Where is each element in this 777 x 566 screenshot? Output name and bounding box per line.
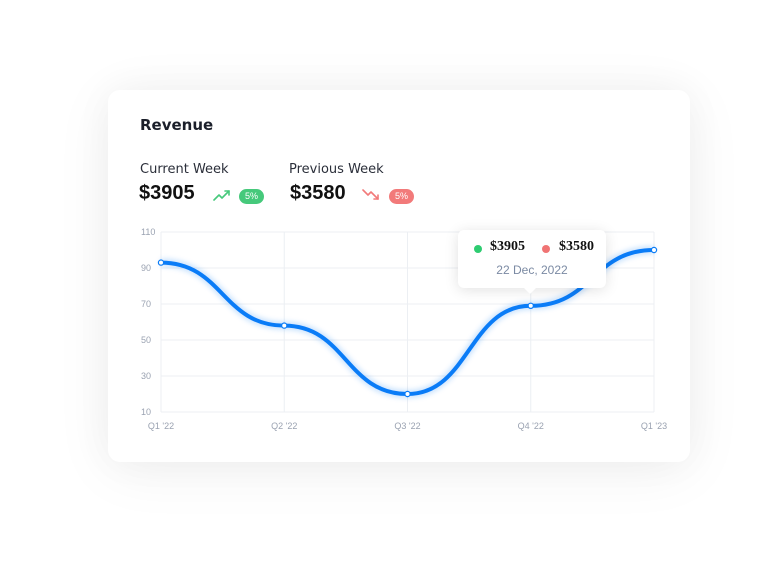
revenue-card: Revenue Current Week $3905 5% Previous W… xyxy=(108,90,690,462)
tooltip-date: 22 Dec, 2022 xyxy=(496,263,568,277)
data-tooltip: $3905 $3580 22 Dec, 2022 xyxy=(458,230,606,294)
data-point[interactable] xyxy=(157,259,165,266)
tooltip-dot-previous xyxy=(542,245,550,253)
tooltip-value-previous: $3580 xyxy=(559,239,594,254)
tooltip-dot-current xyxy=(474,245,482,253)
data-point[interactable] xyxy=(527,302,534,309)
x-tick-label: Q4 '22 xyxy=(518,421,544,431)
x-tick-label: Q2 '22 xyxy=(271,421,297,431)
x-tick-label: Q1 '23 xyxy=(641,421,667,431)
y-tick-label: 50 xyxy=(141,335,151,345)
y-tick-label: 110 xyxy=(141,227,155,237)
data-point[interactable] xyxy=(404,390,411,398)
x-tick-label: Q1 '22 xyxy=(148,421,174,431)
x-tick-label: Q3 '22 xyxy=(394,421,420,431)
data-point[interactable] xyxy=(650,246,658,254)
tooltip-value-current: $3905 xyxy=(490,239,525,254)
y-tick-label: 90 xyxy=(141,263,151,273)
y-tick-label: 70 xyxy=(141,299,151,309)
y-tick-label: 10 xyxy=(141,407,151,417)
data-point[interactable] xyxy=(281,322,288,329)
y-tick-label: 30 xyxy=(141,371,151,381)
